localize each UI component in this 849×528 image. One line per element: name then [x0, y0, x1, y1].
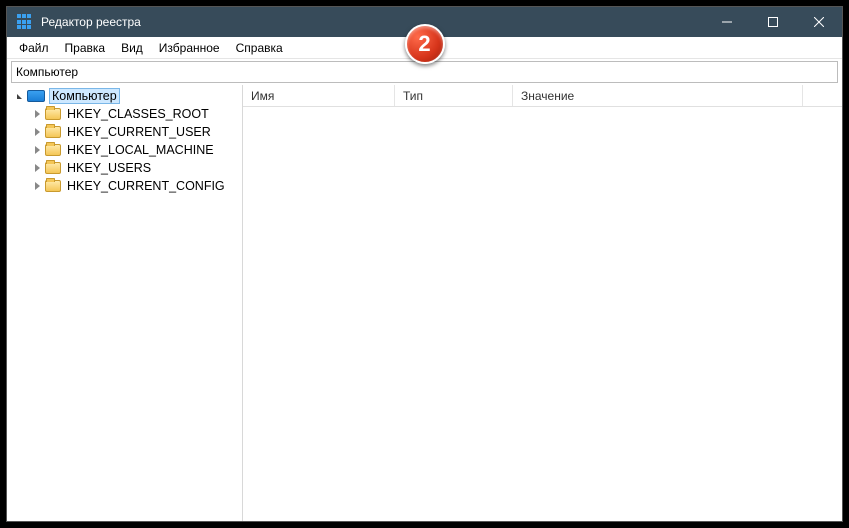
folder-icon	[45, 108, 61, 120]
list-body[interactable]	[243, 107, 842, 521]
step-badge: 2	[405, 24, 445, 64]
tree-item-label: HKEY_CURRENT_USER	[65, 125, 213, 139]
expand-toggle-icon[interactable]	[31, 144, 43, 156]
registry-tree[interactable]: Компьютер HKEY_CLASSES_ROOT HKEY_CURRENT…	[7, 85, 243, 521]
tree-item-hkey-local-machine[interactable]: HKEY_LOCAL_MACHINE	[25, 141, 242, 159]
tree-item-label: HKEY_CURRENT_CONFIG	[65, 179, 227, 193]
window-title: Редактор реестра	[41, 15, 141, 29]
folder-icon	[45, 180, 61, 192]
folder-icon	[45, 126, 61, 138]
content-area: Компьютер HKEY_CLASSES_ROOT HKEY_CURRENT…	[7, 85, 842, 521]
column-header-value[interactable]: Значение	[513, 85, 803, 106]
computer-icon	[27, 90, 45, 102]
tree-item-label: HKEY_USERS	[65, 161, 153, 175]
address-bar[interactable]: Компьютер	[11, 61, 838, 83]
regedit-app-icon	[17, 14, 33, 30]
menu-view[interactable]: Вид	[113, 39, 151, 57]
tree-item-hkey-users[interactable]: HKEY_USERS	[25, 159, 242, 177]
expand-toggle-icon[interactable]	[31, 180, 43, 192]
tree-root-computer[interactable]: Компьютер	[7, 87, 242, 105]
menu-file[interactable]: Файл	[11, 39, 57, 57]
step-number: 2	[418, 31, 430, 57]
tree-item-label: HKEY_CLASSES_ROOT	[65, 107, 211, 121]
tree-item-label: Компьютер	[49, 88, 120, 104]
folder-icon	[45, 162, 61, 174]
expand-toggle-icon[interactable]	[13, 90, 25, 102]
expand-toggle-icon[interactable]	[31, 108, 43, 120]
menu-help[interactable]: Справка	[228, 39, 291, 57]
address-bar-path: Компьютер	[16, 65, 78, 79]
folder-icon	[45, 144, 61, 156]
tree-item-hkey-current-config[interactable]: HKEY_CURRENT_CONFIG	[25, 177, 242, 195]
tree-item-hkey-classes-root[interactable]: HKEY_CLASSES_ROOT	[25, 105, 242, 123]
close-button[interactable]	[796, 7, 842, 37]
tree-item-label: HKEY_LOCAL_MACHINE	[65, 143, 216, 157]
tree-item-hkey-current-user[interactable]: HKEY_CURRENT_USER	[25, 123, 242, 141]
registry-editor-window: Редактор реестра Файл Правка Вид Избранн…	[6, 6, 843, 522]
maximize-button[interactable]	[750, 7, 796, 37]
menu-edit[interactable]: Правка	[57, 39, 114, 57]
column-header-name[interactable]: Имя	[243, 85, 395, 106]
minimize-button[interactable]	[704, 7, 750, 37]
values-list: Имя Тип Значение	[243, 85, 842, 521]
expand-toggle-icon[interactable]	[31, 126, 43, 138]
list-header: Имя Тип Значение	[243, 85, 842, 107]
expand-toggle-icon[interactable]	[31, 162, 43, 174]
menu-favorites[interactable]: Избранное	[151, 39, 228, 57]
column-header-type[interactable]: Тип	[395, 85, 513, 106]
